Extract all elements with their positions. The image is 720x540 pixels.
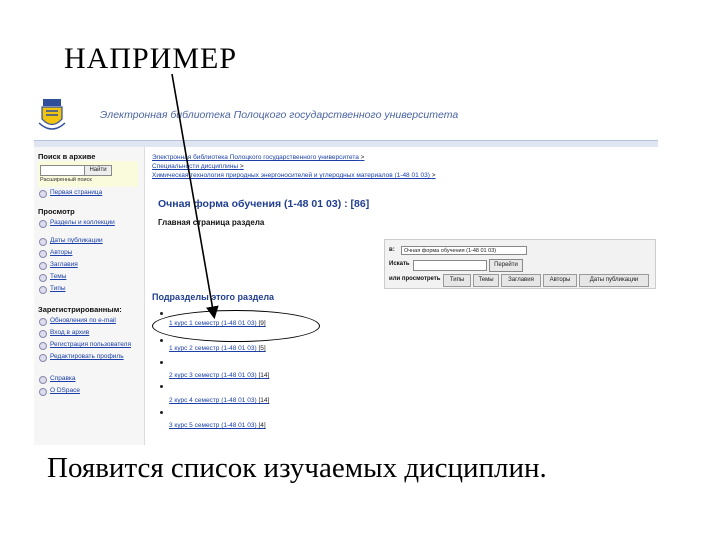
go-button[interactable]: Перейти <box>489 259 523 272</box>
sidebar-item-titles[interactable]: Заглавия <box>50 261 78 268</box>
slide-caption: Появится список изучаемых дисциплин. <box>47 452 547 484</box>
header-divider <box>34 140 658 147</box>
sidebar-item-home[interactable]: Первая страница <box>50 189 102 196</box>
bullet-icon <box>39 354 47 362</box>
search-button[interactable]: Найти <box>84 165 112 176</box>
sidebar-item-help[interactable]: Справка <box>50 375 76 382</box>
highlight-ellipse <box>152 310 320 342</box>
bullet-icon <box>39 286 47 294</box>
bullet-icon <box>39 318 47 326</box>
sidebar-search-heading: Поиск в архиве <box>38 152 96 161</box>
library-screenshot: Электронная библиотека Полоцкого государ… <box>34 95 658 445</box>
sidebar-browse-heading: Просмотр <box>38 207 75 216</box>
search-filter-panel: в: Очная форма обучения (1-48 01 03) Иск… <box>384 239 656 289</box>
section-subtitle: Главная страница раздела <box>158 218 265 227</box>
browse-label: или просмотреть <box>389 276 441 282</box>
browse-tab-titles[interactable]: Заглавия <box>501 274 541 287</box>
sidebar-item-edit-profile[interactable]: Редактировать профиль <box>50 353 124 360</box>
bullet-icon <box>160 312 163 315</box>
breadcrumb-item[interactable]: Специальности дисциплины > <box>152 163 244 170</box>
bullet-icon <box>39 262 47 270</box>
site-title: Электронная библиотека Полоцкого государ… <box>100 109 459 121</box>
sidebar-item-login[interactable]: Вход в архив <box>50 329 89 336</box>
scope-label: в: <box>389 247 395 253</box>
bullet-icon <box>39 220 47 228</box>
subsections-title: Подразделы этого раздела <box>152 292 275 302</box>
university-logo-icon <box>38 99 66 130</box>
bullet-icon <box>39 342 47 350</box>
bullet-icon <box>39 190 47 198</box>
subsection-link[interactable]: 2 курс 3 семестр (1-48 01 03) [14] <box>169 372 269 379</box>
main-content: Электронная библиотека Полоцкого государ… <box>152 147 658 445</box>
sidebar-item-communities[interactable]: Разделы и коллекции <box>50 219 115 226</box>
browse-tab-subjects[interactable]: Темы <box>473 274 499 287</box>
browse-tab-types[interactable]: Типы <box>443 274 471 287</box>
page-title: Очная форма обучения (1-48 01 03) : [86] <box>158 198 370 210</box>
bullet-icon <box>160 339 163 342</box>
browse-tab-dates[interactable]: Даты публикации <box>579 274 649 287</box>
sidebar-item-types[interactable]: Типы <box>50 285 66 292</box>
sidebar-item-dates[interactable]: Даты публикации <box>50 237 103 244</box>
bullet-icon <box>160 411 163 414</box>
scope-select[interactable]: Очная форма обучения (1-48 01 03) <box>401 246 527 255</box>
breadcrumb-item[interactable]: Электронная библиотека Полоцкого государ… <box>152 154 364 161</box>
bullet-icon <box>39 376 47 384</box>
bullet-icon <box>160 385 163 388</box>
subsection-link[interactable]: 1 курс 2 семестр (1-48 01 03) [5] <box>169 345 266 352</box>
sidebar: Поиск в архиве Найти Расширенный поиск П… <box>34 147 145 445</box>
bullet-icon <box>39 250 47 258</box>
sidebar-item-about[interactable]: О DSpace <box>50 387 80 394</box>
sidebar-item-authors[interactable]: Авторы <box>50 249 72 256</box>
search-label: Искать <box>389 261 410 267</box>
breadcrumb-item[interactable]: Химическая технология природных энергоно… <box>152 172 436 179</box>
sidebar-item-register[interactable]: Регистрация пользователя <box>50 341 131 348</box>
scope-search-input[interactable] <box>413 260 487 271</box>
advanced-search-link[interactable]: Расширенный поиск <box>40 177 100 183</box>
bullet-icon <box>39 274 47 282</box>
sidebar-item-subjects[interactable]: Темы <box>50 273 66 280</box>
subsection-link[interactable]: 3 курс 5 семестр (1-48 01 03) [4] <box>169 422 266 429</box>
bullet-icon <box>39 330 47 338</box>
subsection-link[interactable]: 2 курс 4 семестр (1-48 01 03) [14] <box>169 397 269 404</box>
bullet-icon <box>39 388 47 396</box>
search-box: Найти Расширенный поиск <box>38 161 138 187</box>
site-header: Электронная библиотека Полоцкого государ… <box>34 95 658 140</box>
sidebar-registered-heading: Зарегистрированным: <box>38 305 122 314</box>
bullet-icon <box>160 361 163 364</box>
bullet-icon <box>39 238 47 246</box>
sidebar-item-email-updates[interactable]: Обновления по e-mail <box>50 317 116 324</box>
browse-tab-authors[interactable]: Авторы <box>543 274 577 287</box>
slide-heading: НАПРИМЕР <box>64 42 238 75</box>
